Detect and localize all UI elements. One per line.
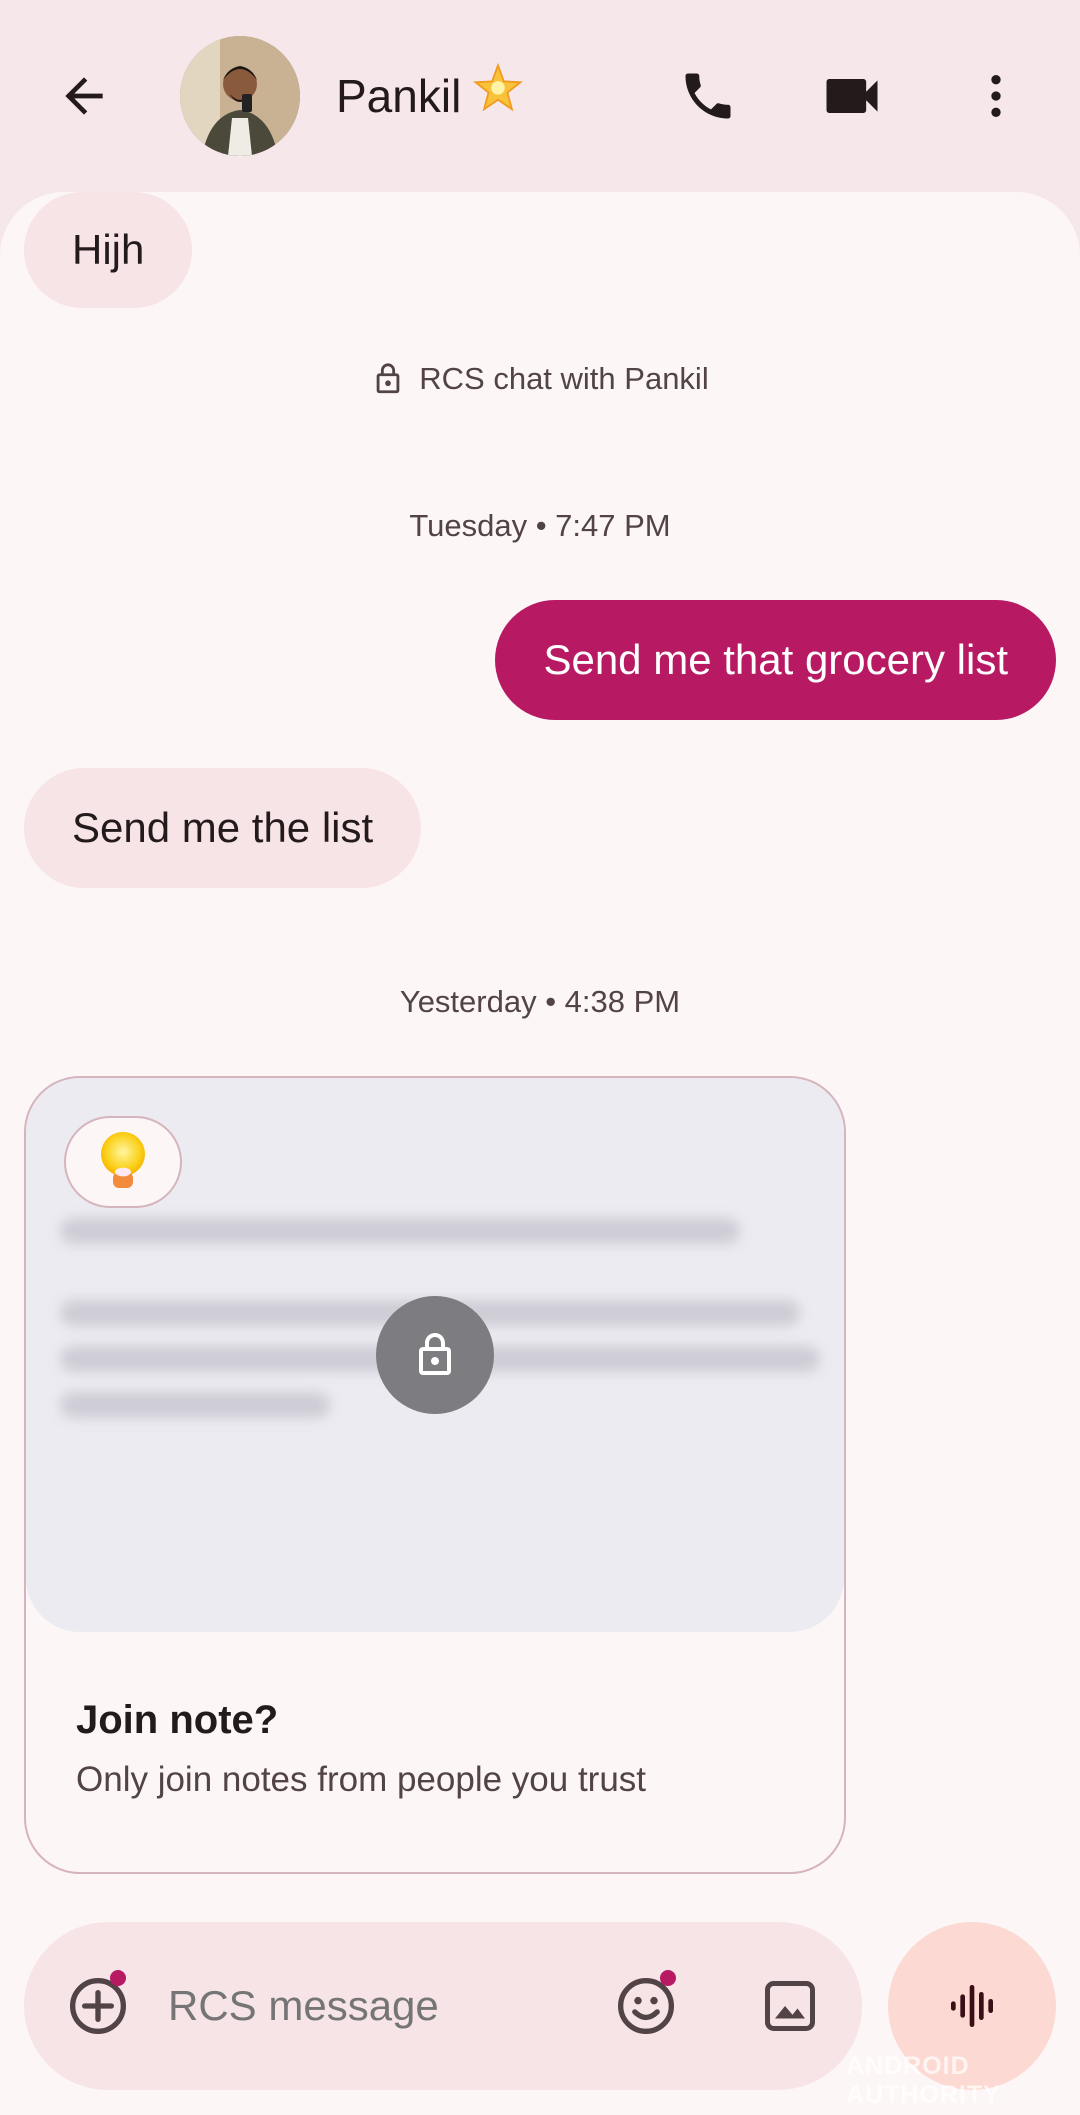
video-call-button[interactable] bbox=[816, 60, 888, 132]
contact-name-text: Pankil bbox=[336, 70, 462, 122]
star-emoji-icon bbox=[471, 62, 525, 130]
shared-note-card[interactable]: Join note? Only join notes from people y… bbox=[24, 1076, 846, 1874]
locked-preview-badge bbox=[376, 1296, 494, 1414]
avatar-photo bbox=[180, 36, 300, 156]
lock-icon bbox=[376, 363, 400, 394]
video-call-icon bbox=[826, 79, 878, 113]
conversation-header: Pankil bbox=[0, 0, 1080, 192]
message-input[interactable] bbox=[168, 1976, 608, 2036]
note-preview bbox=[26, 1078, 844, 1632]
rcs-encryption-notice: RCS chat with Pankil bbox=[0, 354, 1080, 404]
call-button[interactable] bbox=[672, 60, 744, 132]
message-text: Send me that grocery list bbox=[543, 636, 1008, 683]
attach-button[interactable] bbox=[60, 1968, 136, 2044]
compose-bar bbox=[24, 1922, 862, 2090]
notification-dot bbox=[660, 1970, 676, 1986]
message-text: Send me the list bbox=[72, 804, 374, 851]
back-button[interactable] bbox=[48, 60, 120, 132]
back-arrow-icon bbox=[65, 77, 103, 115]
note-card-title: Join note? bbox=[76, 1698, 279, 1742]
emoji-button[interactable] bbox=[608, 1968, 684, 2044]
lightbulb-icon bbox=[101, 1132, 145, 1188]
voice-waveform-icon bbox=[951, 1985, 993, 2027]
notification-dot bbox=[110, 1970, 126, 1986]
note-card-subtitle: Only join notes from people you trust bbox=[76, 1760, 647, 1799]
outgoing-message-bubble[interactable]: Send me that grocery list bbox=[495, 600, 1056, 720]
contact-name[interactable]: Pankil bbox=[336, 62, 525, 126]
avatar[interactable] bbox=[180, 36, 300, 156]
rcs-notice-text: RCS chat with Pankil bbox=[419, 361, 709, 396]
keep-note-chip bbox=[64, 1116, 182, 1208]
incoming-message-bubble[interactable]: Send me the list bbox=[24, 768, 422, 888]
more-options-button[interactable] bbox=[960, 60, 1032, 132]
blurred-text bbox=[60, 1218, 740, 1244]
watermark: ANDROID AUTHORITY bbox=[846, 2052, 1001, 2109]
image-icon bbox=[765, 1981, 815, 2031]
gallery-button[interactable] bbox=[752, 1968, 828, 2044]
blurred-text bbox=[60, 1392, 330, 1418]
timestamp-divider: Tuesday • 7:47 PM bbox=[409, 508, 671, 543]
more-vert-icon bbox=[991, 75, 1001, 117]
call-icon bbox=[685, 73, 731, 119]
timestamp-divider: Yesterday • 4:38 PM bbox=[399, 984, 681, 1019]
incoming-message-bubble[interactable]: Hijh bbox=[24, 192, 193, 308]
message-text: Hijh bbox=[72, 226, 145, 273]
lock-icon bbox=[419, 1333, 451, 1375]
